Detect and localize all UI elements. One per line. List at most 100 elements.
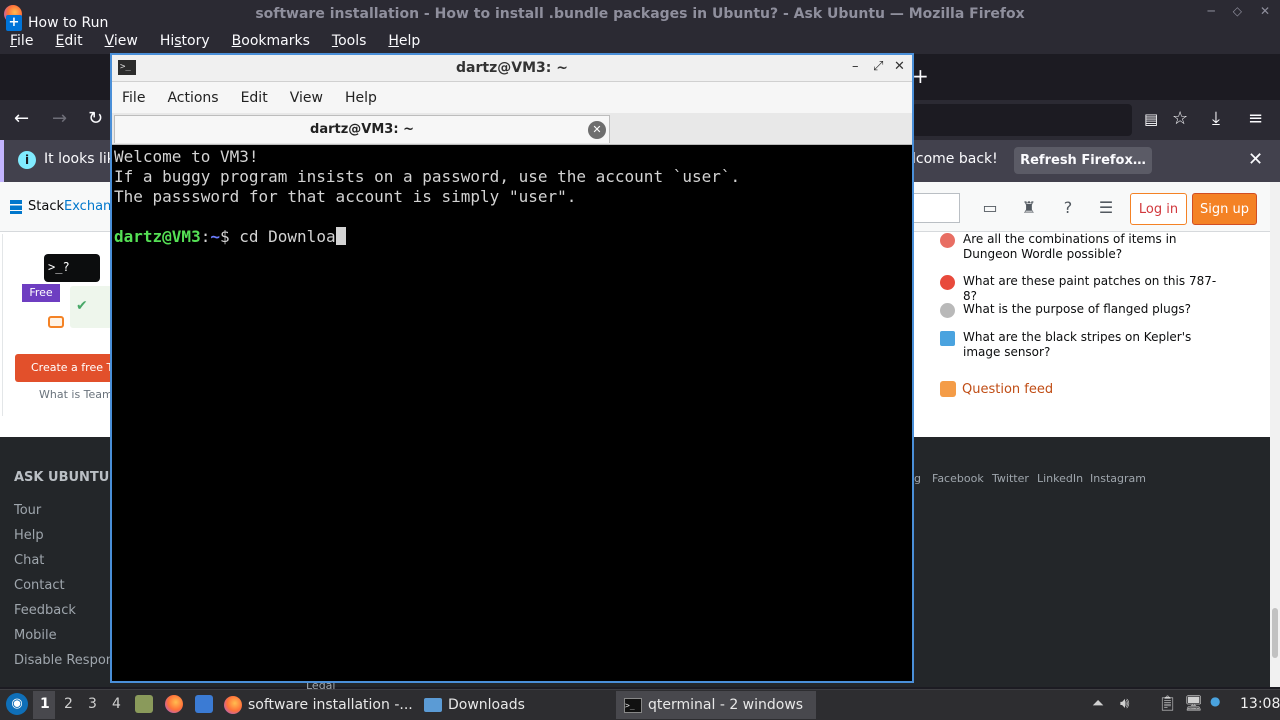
workspace-1[interactable]: 1 [40,696,50,712]
folder-icon [424,698,442,712]
refresh-firefox-button[interactable]: Refresh Firefox… [1014,147,1152,174]
file-manager-launcher-icon[interactable] [135,695,153,713]
taskbar-task-qterminal[interactable]: >_ qterminal - 2 windows [616,691,816,719]
minimize-icon[interactable]: – [852,59,859,74]
hot-question-item[interactable]: What is the purpose of flanged plugs? [940,302,1220,318]
footer-link-help[interactable]: Help [14,528,44,543]
notification-close-icon[interactable]: ✕ [1248,149,1263,170]
menu-bookmarks[interactable]: Bookmarks [232,33,310,49]
terminal-cursor [335,227,346,245]
create-team-button[interactable]: Create a free Te [15,354,115,382]
terminal-output[interactable]: Welcome to VM3! If a buggy program insist… [114,147,910,681]
notification-icon[interactable]: ● [1210,694,1220,708]
workspace-2[interactable]: 2 [64,696,73,712]
tray-expand-icon[interactable]: ⏶ [1092,694,1104,712]
show-desktop-icon[interactable] [195,695,213,713]
taskbar-task-downloads[interactable]: Downloads [424,691,604,719]
footer-link-mobile[interactable]: Mobile [14,628,57,643]
askubuntu-favicon-icon: + [6,15,22,31]
rss-icon [940,381,956,397]
trophy-icon[interactable]: ♜ [1019,198,1039,218]
downloads-icon[interactable]: ⤓ [1212,108,1220,129]
close-icon[interactable]: ✕ [1260,4,1270,18]
terminal-menu-file[interactable]: File [122,90,145,106]
workspace-3[interactable]: 3 [88,696,97,712]
prompt-directory: ~ [210,227,220,246]
site-favicon-icon [940,275,955,290]
hamburger-menu-icon[interactable]: ≡ [1248,108,1263,129]
maximize-icon[interactable]: ⤢ [873,59,883,74]
terminal-menu-actions[interactable]: Actions [167,90,218,106]
terminal-command-input[interactable]: cd Downloa [239,227,335,246]
start-menu-icon[interactable]: ◉ [6,693,28,715]
terminal-menu-help[interactable]: Help [345,90,377,106]
menu-history[interactable]: History [160,33,210,49]
hot-question-item[interactable]: What are the black stripes on Kepler's i… [940,330,1220,360]
maximize-icon[interactable]: ◇ [1233,4,1242,18]
back-arrow-icon[interactable]: ← [14,108,29,129]
menu-help[interactable]: Help [388,33,420,49]
footer-social-twitter[interactable]: Twitter [992,472,1029,485]
footer-brand[interactable]: ASK UBUNTU [14,470,109,485]
bookmark-star-icon[interactable]: ☆ [1172,108,1188,129]
reader-view-icon[interactable]: ▤ [1144,110,1158,128]
inbox-icon[interactable]: ▭ [980,198,1000,218]
terminal-line: The passsword for that account is simply… [114,187,577,206]
footer-social-blog[interactable]: g [914,472,921,485]
site-switcher-icon[interactable]: ☰ [1096,198,1116,218]
footer-link-tour[interactable]: Tour [14,503,41,518]
footer-link-chat[interactable]: Chat [14,553,44,568]
workspace-4[interactable]: 4 [112,696,121,712]
footer-social-linkedin[interactable]: LinkedIn [1037,472,1083,485]
footer-link-contact[interactable]: Contact [14,578,65,593]
page-scrollbar-thumb[interactable] [1272,608,1278,658]
footer-social-facebook[interactable]: Facebook [932,472,984,485]
new-tab-button[interactable]: + [912,64,929,88]
minimize-icon[interactable]: ─ [1207,4,1214,18]
close-icon[interactable]: ✕ [894,59,905,74]
taskbar-clock: 13:08 [1240,696,1280,712]
firefox-tab[interactable]: + How to Run [6,6,110,40]
prompt-user: dartz@VM3 [114,227,201,246]
notification-text: It looks lik [44,151,115,167]
hot-question-item[interactable]: Are all the combinations of items in Dun… [940,232,1220,262]
firefox-tab-label: How to Run [28,15,109,31]
reload-icon[interactable]: ↻ [88,108,103,129]
terminal-titlebar[interactable]: >_ dartz@VM3: ~ – ⤢ ✕ [112,55,912,82]
signup-button[interactable]: Sign up [1192,193,1257,225]
forward-arrow-icon[interactable]: → [52,108,67,129]
hot-question-item[interactable]: What are these paint patches on this 787… [940,274,1220,304]
volume-icon[interactable]: 🔊︎ [1120,694,1129,712]
menu-tools[interactable]: Tools [332,33,367,49]
firefox-window-controls: ─ ◇ ✕ [1207,4,1270,18]
taskbar-task-firefox[interactable]: software installation -... [224,691,416,719]
terminal-line: If a buggy program insists on a password… [114,167,741,186]
login-button[interactable]: Log in [1130,193,1187,225]
terminal-tab[interactable]: dartz@VM3: ~ ✕ [114,115,610,143]
site-search-input[interactable] [912,193,960,223]
free-badge: Free [22,284,60,302]
network-icon[interactable]: 🖥︎ [1184,694,1203,712]
help-icon[interactable]: ? [1058,198,1078,218]
question-feed-link[interactable]: Question feed [940,381,1053,397]
chat-bubble-icon [48,316,64,328]
terminal-menu-edit[interactable]: Edit [241,90,268,106]
desktop-screen: software installation - How to install .… [0,0,1280,720]
url-bar[interactable] [912,104,1132,136]
what-is-teams-link[interactable]: What is Teams [39,388,119,401]
footer-social-instagram[interactable]: Instagram [1090,472,1146,485]
teams-terminal-illustration: >_? [44,254,100,282]
footer-link-feedback[interactable]: Feedback [14,603,76,618]
terminal-menu-view[interactable]: View [290,90,323,106]
footer-link-disable-responsiveness[interactable]: Disable Respons [14,653,121,668]
info-icon: i [18,151,36,169]
terminal-prompt-line: dartz@VM3:~$ cd Downloa [114,227,910,247]
firefox-launcher-icon[interactable] [165,695,183,713]
tab-close-icon[interactable]: ✕ [588,121,606,139]
firefox-icon [224,696,242,714]
firefox-window-title: software installation - How to install .… [255,6,1025,22]
terminal-tab-label: dartz@VM3: ~ [310,122,414,137]
clipboard-icon[interactable]: 📋︎ [1158,694,1177,712]
checkmark-icon: ✔ [76,298,88,314]
site-favicon-icon [940,331,955,346]
